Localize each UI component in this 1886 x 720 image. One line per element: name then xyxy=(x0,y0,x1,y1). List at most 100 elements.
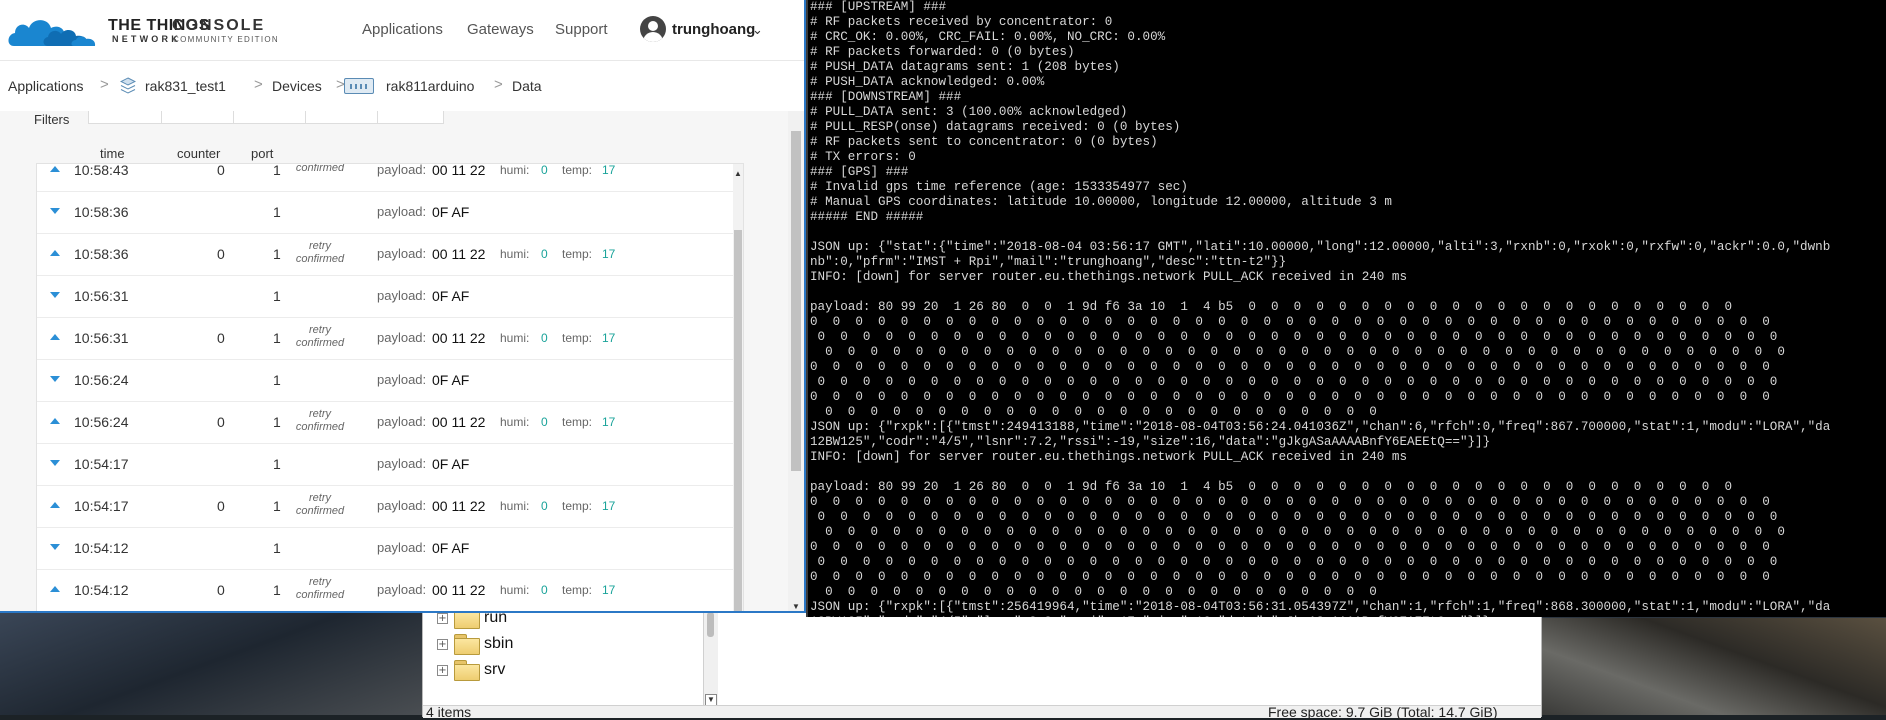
terminal-line: # PULL_RESP(onse) datagrams received: 0 … xyxy=(810,120,1181,134)
breadcrumb-devices[interactable]: Devices xyxy=(272,78,322,94)
row-time: 10:58:36 xyxy=(74,246,129,262)
table-row[interactable]: 10:54:12 1 payload: 0F AF xyxy=(37,528,743,570)
terminal-output: ### [UPSTREAM] ### # RF packets received… xyxy=(808,0,1886,617)
folder-tree-item[interactable]: + srv xyxy=(437,657,505,683)
row-payload-label: payload: xyxy=(377,330,427,345)
row-payload: 00 11 22 xyxy=(432,582,486,598)
expand-icon[interactable]: + xyxy=(437,638,448,650)
scroll-up-arrow-icon[interactable]: ▲ xyxy=(734,169,742,178)
nav-gateways[interactable]: Gateways xyxy=(467,21,534,38)
table-row[interactable]: 10:56:31 0 1 payload: 00 11 22 humi: 0 temp: 17 r… xyxy=(37,318,743,360)
row-humi-label: humi: xyxy=(500,583,530,597)
nav-support[interactable]: Support xyxy=(555,21,608,38)
row-time: 10:58:36 xyxy=(74,204,129,220)
row-port: 1 xyxy=(273,414,281,430)
user-avatar-icon[interactable] xyxy=(640,16,666,42)
scroll-down-arrow-icon[interactable]: ▼ xyxy=(792,602,800,611)
item-count: 4 items xyxy=(426,704,472,720)
row-confirmed-label: confirmed xyxy=(295,337,345,349)
downlink-arrow-icon[interactable] xyxy=(50,544,60,550)
folder-tree-scrollbar[interactable]: ▼ xyxy=(703,610,718,706)
row-retry-label: retry xyxy=(309,492,331,504)
row-payload: 00 11 22 xyxy=(432,246,486,262)
breadcrumb-separator: > xyxy=(494,76,503,93)
row-counter: 0 xyxy=(217,163,225,178)
row-counter: 0 xyxy=(217,498,225,514)
row-payload: 0F AF xyxy=(432,540,470,556)
uplink-arrow-icon[interactable] xyxy=(50,334,60,340)
row-payload-label: payload: xyxy=(377,498,427,513)
breadcrumb-device[interactable]: rak811arduino xyxy=(386,78,474,94)
desktop-wallpaper-left xyxy=(0,609,425,715)
terminal-line: ### [UPSTREAM] ### xyxy=(810,0,947,14)
downlink-arrow-icon[interactable] xyxy=(50,292,60,298)
table-row[interactable]: 10:56:31 1 payload: 0F AF xyxy=(37,276,743,318)
row-humi-label: humi: xyxy=(500,247,530,261)
row-confirmed-label: confirmed xyxy=(295,505,345,517)
breadcrumb-applications[interactable]: Applications xyxy=(8,78,84,94)
downlink-arrow-icon[interactable] xyxy=(50,208,60,214)
row-payload-label: payload: xyxy=(377,582,427,597)
table-row[interactable]: 10:54:17 1 payload: 0F AF xyxy=(37,444,743,486)
file-manager-window: + run + sbin + srv ▼ 4 items Free space:… xyxy=(422,608,1542,720)
row-confirmed-label: confirmed xyxy=(295,421,345,433)
expand-icon[interactable]: + xyxy=(437,612,448,624)
row-payload: 0F AF xyxy=(432,372,470,388)
free-space: Free space: 9.7 GiB (Total: 14.7 GiB) xyxy=(1268,704,1498,720)
downlink-arrow-icon[interactable] xyxy=(50,376,60,382)
row-humi-label: humi: xyxy=(500,415,530,429)
terminal-line: 0 0 0 0 0 0 0 0 0 0 0 0 0 0 0 0 0 0 0 0 … xyxy=(810,405,1377,419)
folder-label: srv xyxy=(484,661,506,678)
table-row[interactable]: 10:54:17 0 1 payload: 00 11 22 humi: 0 temp: 17 r… xyxy=(37,486,743,528)
scrollbar-thumb[interactable] xyxy=(791,131,801,471)
table-scrollbar[interactable]: ▲ xyxy=(733,164,743,611)
breadcrumb-app[interactable]: rak831_test1 xyxy=(145,78,226,94)
row-confirmed-label: confirmed xyxy=(295,253,345,265)
column-header-time: time xyxy=(100,146,125,161)
row-retry-label: retry xyxy=(309,240,331,252)
folder-tree-item[interactable]: + sbin xyxy=(437,631,513,657)
table-row[interactable]: 10:56:24 0 1 payload: 00 11 22 humi: 0 temp: 17 r… xyxy=(37,402,743,444)
terminal-line: ### [DOWNSTREAM] ### xyxy=(810,90,962,104)
row-payload: 00 11 22 xyxy=(432,163,486,178)
status-bar: 4 items Free space: 9.7 GiB (Total: 14.7… xyxy=(423,704,1541,720)
table-row[interactable]: 10:56:24 1 payload: 0F AF xyxy=(37,360,743,402)
uplink-arrow-icon[interactable] xyxy=(50,166,60,172)
terminal-line: 0 0 0 0 0 0 0 0 0 0 0 0 0 0 0 0 0 0 0 0 … xyxy=(810,390,1770,404)
terminal-line: 12BW125","codr":"4/5","lsnr":7.2,"rssi":… xyxy=(810,435,1491,449)
scrollbar-thumb[interactable] xyxy=(707,612,714,637)
row-confirmation: confirmed xyxy=(287,164,353,175)
uplink-arrow-icon[interactable] xyxy=(50,418,60,424)
row-humi: 0 xyxy=(541,415,548,429)
downlink-arrow-icon[interactable] xyxy=(50,460,60,466)
column-header-port: port xyxy=(251,146,274,161)
terminal-line: 0 0 0 0 0 0 0 0 0 0 0 0 0 0 0 0 0 0 0 0 … xyxy=(810,360,1770,374)
table-row[interactable]: 10:58:36 0 1 payload: 00 11 22 humi: 0 temp: 17 r… xyxy=(37,234,743,276)
row-payload: 0F AF xyxy=(432,204,470,220)
row-temp: 17 xyxy=(602,163,616,177)
page-scrollbar[interactable]: ▼ xyxy=(788,111,804,611)
console-header: THE THINGS NETWORK CONSOLE COMMUNITY EDI… xyxy=(0,0,804,60)
ttn-cloud-logo-icon[interactable] xyxy=(8,14,106,53)
terminal-window[interactable]: ### [UPSTREAM] ### # RF packets received… xyxy=(806,0,1886,617)
table-row[interactable]: 10:54:12 0 1 payload: 00 11 22 humi: 0 temp: 17 r… xyxy=(37,570,743,611)
table-row[interactable]: 10:58:36 1 payload: 0F AF xyxy=(37,192,743,234)
chevron-down-icon[interactable]: ⌄ xyxy=(752,22,763,38)
uplink-arrow-icon[interactable] xyxy=(50,502,60,508)
scrollbar-thumb[interactable] xyxy=(734,230,742,611)
uplink-arrow-icon[interactable] xyxy=(50,250,60,256)
terminal-line: 0 0 0 0 0 0 0 0 0 0 0 0 0 0 0 0 0 0 0 0 … xyxy=(810,525,1785,539)
expand-icon[interactable]: + xyxy=(437,664,448,676)
row-payload-label: payload: xyxy=(377,163,427,177)
row-time: 10:54:12 xyxy=(74,540,129,556)
row-temp: 17 xyxy=(602,415,616,429)
row-payload-label: payload: xyxy=(377,414,427,429)
row-confirmation: retry confirmed xyxy=(287,240,353,266)
table-row[interactable]: 10:58:43 0 1 payload: 00 11 22 humi: 0 temp: 17 c… xyxy=(37,163,743,192)
user-menu[interactable]: trunghoang xyxy=(672,21,755,38)
uplink-arrow-icon[interactable] xyxy=(50,586,60,592)
filters-bar[interactable] xyxy=(88,111,444,124)
row-retry-label: retry xyxy=(309,576,331,588)
nav-applications[interactable]: Applications xyxy=(362,21,443,38)
terminal-line: 0 0 0 0 0 0 0 0 0 0 0 0 0 0 0 0 0 0 0 0 … xyxy=(810,495,1770,509)
